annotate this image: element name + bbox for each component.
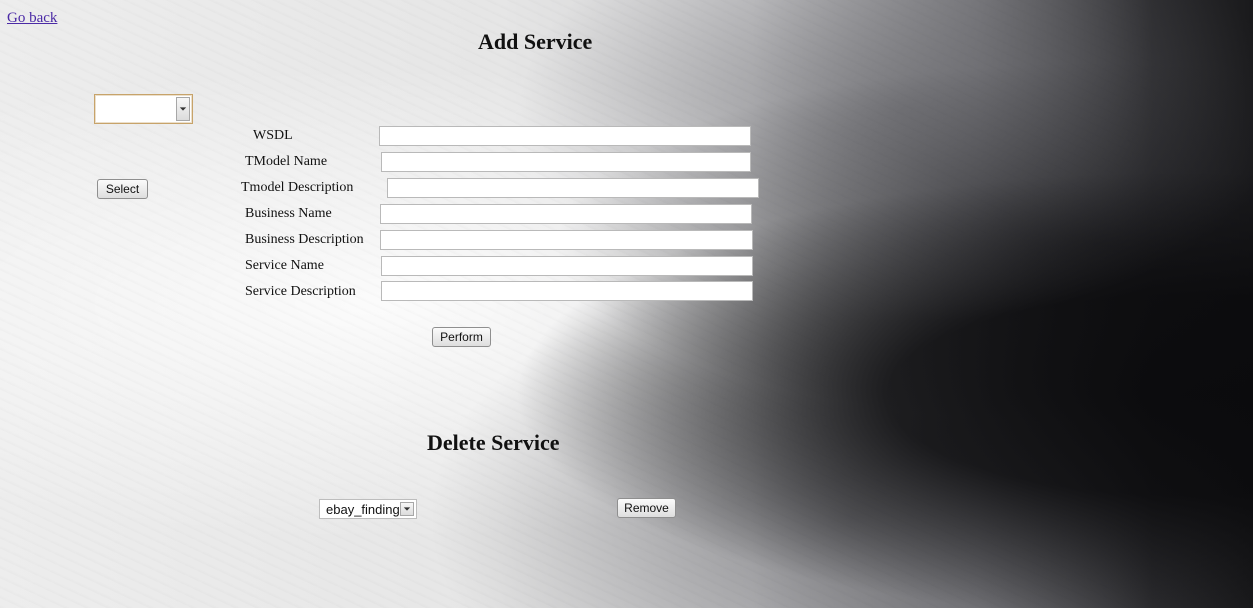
delete-service-select[interactable]: ebay_finding [319, 499, 417, 519]
service-name-input[interactable] [381, 256, 753, 276]
select-button[interactable]: Select [97, 179, 148, 199]
go-back-link[interactable]: Go back [7, 10, 57, 27]
business-description-input[interactable] [380, 230, 753, 250]
tmodel-name-label: TModel Name [245, 154, 328, 169]
delete-service-title: Delete Service [427, 430, 560, 455]
service-description-input[interactable] [381, 281, 753, 301]
tmodel-description-label: Tmodel Description [241, 180, 354, 195]
add-service-select[interactable] [94, 94, 193, 124]
business-name-input[interactable] [380, 204, 752, 224]
business-description-label: Business Description [245, 232, 364, 247]
delete-service-select-value: ebay_finding [326, 501, 400, 517]
wsdl-input[interactable] [379, 126, 751, 146]
remove-button[interactable]: Remove [617, 498, 676, 518]
chevron-down-icon[interactable] [400, 502, 414, 516]
add-service-title: Add Service [478, 29, 593, 54]
service-description-label: Service Description [245, 284, 356, 299]
chevron-down-icon[interactable] [176, 97, 190, 121]
perform-button[interactable]: Perform [432, 327, 491, 347]
business-name-label: Business Name [245, 206, 332, 221]
service-name-label: Service Name [245, 258, 324, 273]
tmodel-name-input[interactable] [381, 152, 751, 172]
wsdl-label: WSDL [253, 128, 293, 143]
tmodel-description-input[interactable] [387, 178, 759, 198]
